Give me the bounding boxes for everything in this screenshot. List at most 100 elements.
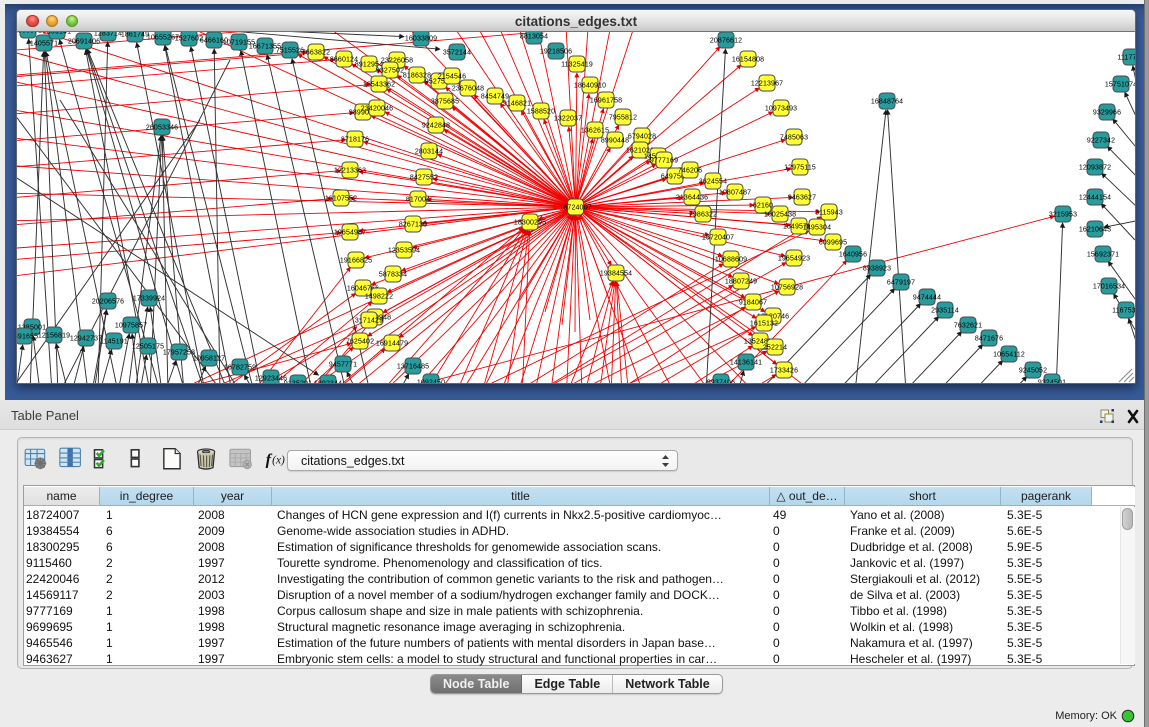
svg-text:3875685: 3875685 xyxy=(431,99,459,106)
svg-text:9457771: 9457771 xyxy=(329,362,357,369)
svg-text:12156819: 12156819 xyxy=(38,333,70,340)
svg-text:(x): (x) xyxy=(272,454,285,466)
svg-text:7955812: 7955812 xyxy=(609,115,637,122)
svg-text:9463627: 9463627 xyxy=(788,195,816,202)
svg-text:20691406: 20691406 xyxy=(68,39,100,46)
svg-text:817004: 817004 xyxy=(406,197,430,204)
svg-text:1905572: 1905572 xyxy=(17,32,42,35)
svg-text:23420046: 23420046 xyxy=(361,106,393,113)
svg-text:12353594: 12353594 xyxy=(388,248,420,255)
svg-text:13716485: 13716485 xyxy=(397,364,429,371)
svg-text:1362615: 1362615 xyxy=(581,128,609,135)
svg-text:9777169: 9777169 xyxy=(650,158,678,165)
svg-text:746206: 746206 xyxy=(678,168,702,175)
svg-text:9474444: 9474444 xyxy=(913,295,941,302)
svg-text:8938923: 8938923 xyxy=(863,266,891,273)
svg-text:21364436: 21364436 xyxy=(676,195,708,202)
svg-text:11325419: 11325419 xyxy=(561,62,593,69)
svg-text:9242848: 9242848 xyxy=(422,123,450,130)
svg-text:17339924: 17339924 xyxy=(133,296,165,303)
svg-text:1292344: 1292344 xyxy=(314,381,342,384)
svg-text:12505175: 12505175 xyxy=(132,344,164,351)
svg-text:16914479: 16914479 xyxy=(376,341,408,348)
svg-text:17016534: 17016534 xyxy=(1093,284,1125,291)
svg-text:3572144: 3572144 xyxy=(443,50,471,57)
svg-text:8267130: 8267130 xyxy=(399,222,427,229)
svg-text:12975115: 12975115 xyxy=(784,165,816,172)
svg-text:1733426: 1733426 xyxy=(770,368,798,375)
svg-text:9245052: 9245052 xyxy=(1019,368,1047,375)
svg-text:8427552: 8427552 xyxy=(410,175,438,182)
svg-text:1527602: 1527602 xyxy=(175,36,203,43)
svg-text:16033809: 16033809 xyxy=(405,36,437,43)
svg-text:5878334: 5878334 xyxy=(379,272,407,279)
svg-text:252214: 252214 xyxy=(763,345,787,352)
svg-text:15751074: 15751074 xyxy=(1105,82,1135,89)
svg-text:8990448: 8990448 xyxy=(601,138,629,145)
svg-text:19384554: 19384554 xyxy=(600,271,632,278)
svg-text:18807249: 18807249 xyxy=(725,279,757,286)
svg-text:2935114: 2935114 xyxy=(931,308,959,315)
svg-text:19218506: 19218506 xyxy=(540,49,572,56)
svg-text:9327502: 9327502 xyxy=(376,68,404,75)
svg-text:16961758: 16961758 xyxy=(590,98,622,105)
svg-text:1495304: 1495304 xyxy=(803,225,831,232)
svg-text:10958127: 10958127 xyxy=(193,356,225,363)
svg-text:15692371: 15692371 xyxy=(1087,252,1119,259)
svg-text:12942737: 12942737 xyxy=(70,336,102,343)
svg-text:6099695: 6099695 xyxy=(819,240,847,247)
svg-text:10807487: 10807487 xyxy=(719,190,751,197)
svg-text:18300295: 18300295 xyxy=(514,220,546,227)
svg-text:26053346: 26053346 xyxy=(146,125,178,132)
svg-text:1640956: 1640956 xyxy=(839,252,867,259)
svg-text:3624554: 3624554 xyxy=(699,179,727,186)
svg-text:3171429: 3171429 xyxy=(355,318,383,325)
svg-text:18640910: 18640910 xyxy=(574,83,606,90)
svg-text:20876612: 20876612 xyxy=(710,38,742,45)
svg-text:1145191: 1145191 xyxy=(100,339,128,346)
svg-text:1322037: 1322037 xyxy=(554,116,582,123)
svg-text:10688609: 10688609 xyxy=(715,257,747,264)
svg-text:16848764: 16848764 xyxy=(871,99,903,106)
svg-text:8660124: 8660124 xyxy=(330,57,358,64)
svg-text:19654923: 19654923 xyxy=(778,256,810,263)
svg-text:10975857: 10975857 xyxy=(115,323,147,330)
svg-text:2718176: 2718176 xyxy=(341,137,369,144)
svg-text:15720407: 15720407 xyxy=(702,235,734,242)
svg-text:20206576: 20206576 xyxy=(92,299,124,306)
svg-text:16107552: 16107552 xyxy=(325,196,357,203)
svg-text:9324501: 9324501 xyxy=(1038,380,1066,384)
svg-text:17957253: 17957253 xyxy=(163,350,195,357)
svg-text:12444154: 12444154 xyxy=(1079,195,1111,202)
svg-text:16210643: 16210643 xyxy=(1079,227,1111,234)
svg-text:9227342: 9227342 xyxy=(1087,138,1115,145)
svg-text:18724007: 18724007 xyxy=(559,205,591,212)
svg-text:1588520: 1588520 xyxy=(527,109,555,116)
svg-text:3115943: 3115943 xyxy=(815,210,843,217)
svg-text:10654112: 10654112 xyxy=(993,352,1025,359)
svg-text:1405571: 1405571 xyxy=(30,41,58,48)
svg-text:19166825: 19166825 xyxy=(340,258,372,265)
svg-text:7625402: 7625402 xyxy=(346,339,374,346)
svg-text:9937406: 9937406 xyxy=(707,380,735,384)
svg-text:2803144: 2803144 xyxy=(415,149,443,156)
svg-text:2069141: 2069141 xyxy=(43,32,71,36)
svg-text:12213967: 12213967 xyxy=(751,81,783,88)
svg-text:1283714: 1283714 xyxy=(94,32,122,38)
svg-text:1117704: 1117704 xyxy=(1117,55,1135,62)
svg-text:12923446: 12923446 xyxy=(255,376,287,383)
svg-text:1092450: 1092450 xyxy=(417,380,445,384)
svg-text:10655267: 10655267 xyxy=(147,35,179,42)
svg-text:19654987: 19654987 xyxy=(334,230,366,237)
svg-text:12213363: 12213363 xyxy=(334,168,366,175)
svg-text:1167534: 1167534 xyxy=(1112,308,1135,315)
svg-text:1861749: 1861749 xyxy=(121,32,149,39)
svg-text:7663822: 7663822 xyxy=(302,50,330,57)
svg-text:9329966: 9329966 xyxy=(1093,110,1121,117)
svg-text:10756928: 10756928 xyxy=(771,285,803,292)
svg-text:6479197: 6479197 xyxy=(887,280,915,287)
svg-text:16543362: 16543362 xyxy=(363,82,395,89)
svg-text:14136141: 14136141 xyxy=(730,360,762,367)
svg-text:23676048: 23676048 xyxy=(452,86,484,93)
svg-text:10025438: 10025438 xyxy=(764,212,796,219)
